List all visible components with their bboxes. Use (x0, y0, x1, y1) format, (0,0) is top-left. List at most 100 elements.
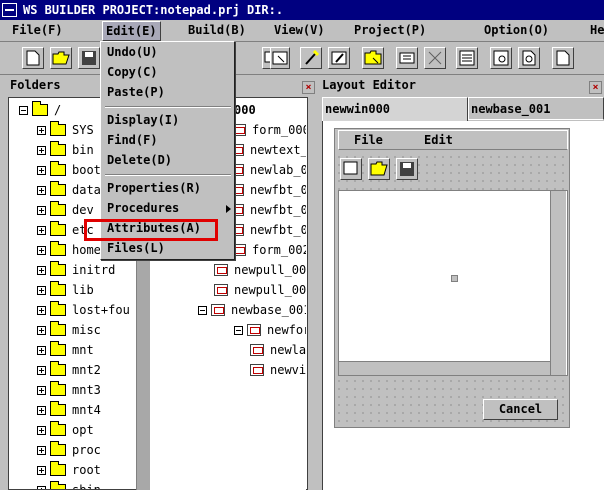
expand-icon[interactable] (37, 425, 46, 435)
tree-root[interactable]: / (19, 100, 61, 120)
expand-icon[interactable] (37, 225, 46, 235)
object-tree-item[interactable]: newfbt_001 (230, 200, 306, 220)
save-icon[interactable] (78, 47, 100, 69)
select-tool-icon[interactable] (270, 47, 290, 69)
expand-icon[interactable] (37, 325, 46, 335)
form-menu-edit[interactable]: Edit (424, 133, 453, 147)
cut-widget-icon[interactable] (424, 47, 446, 69)
folder-tree-item[interactable]: opt (37, 420, 94, 440)
open-folder-icon[interactable] (50, 47, 72, 69)
object-tree-item[interactable]: newtext_001 (230, 140, 306, 160)
folder-tree-item[interactable]: lost+fou (37, 300, 130, 320)
folder-tree-item[interactable]: home (37, 240, 101, 260)
menu-item-paste[interactable]: Paste(P) (107, 85, 165, 103)
canvas-vscrollbar[interactable] (550, 191, 566, 375)
folder-icon (50, 481, 66, 489)
menu-item-copy[interactable]: Copy(C) (107, 65, 158, 83)
object-tree-item[interactable]: form_002 (232, 240, 306, 260)
folder-tree-item[interactable]: initrd (37, 260, 115, 280)
menu-item-delete[interactable]: Delete(D) (107, 153, 172, 171)
folder-tool-icon[interactable] (362, 47, 384, 69)
object-tree-item[interactable]: newpull_004 (214, 260, 306, 280)
folder-tree-item[interactable]: mnt3 (37, 380, 101, 400)
form-new-icon[interactable] (340, 158, 362, 180)
menu-help[interactable]: He (590, 23, 604, 37)
folders-close-icon[interactable]: × (302, 81, 315, 94)
form-open-icon[interactable] (368, 158, 390, 180)
menu-view[interactable]: View(V) (274, 23, 325, 37)
object-tree-item[interactable]: newfbt_000 (230, 180, 306, 200)
object-tree-item[interactable]: form_000 (232, 120, 306, 140)
menu-separator (105, 106, 231, 108)
wand-icon[interactable] (300, 47, 322, 69)
system-menu-icon[interactable] (2, 3, 17, 17)
expand-icon[interactable] (37, 465, 46, 475)
object-tree-item[interactable]: newfbt_002 (230, 220, 306, 240)
object-tree-item[interactable]: newform_0 (234, 320, 306, 340)
folder-tree-item[interactable]: root (37, 460, 101, 480)
object-tree-item[interactable]: newvi (250, 360, 306, 380)
canvas-hscrollbar[interactable] (339, 361, 550, 375)
expand-icon[interactable] (37, 345, 46, 355)
cancel-button[interactable]: Cancel (483, 399, 558, 420)
menu-edit[interactable]: Edit(E) (102, 21, 161, 41)
folder-tree-item[interactable]: SYS (37, 120, 94, 140)
expand-icon[interactable] (37, 145, 46, 155)
expand-icon[interactable] (37, 365, 46, 375)
find-file-icon[interactable] (518, 47, 540, 69)
folder-tree-item[interactable]: boot (37, 160, 101, 180)
expand-icon[interactable] (37, 445, 46, 455)
layout-grid-icon[interactable] (396, 47, 418, 69)
form-save-icon[interactable] (396, 158, 418, 180)
expand-icon[interactable] (37, 245, 46, 255)
folder-tree-item[interactable]: mnt (37, 340, 94, 360)
expand-icon[interactable] (37, 265, 46, 275)
expand-icon[interactable] (37, 125, 46, 135)
object-tree-item[interactable]: newpull_000 (214, 280, 306, 300)
expand-icon[interactable] (37, 205, 46, 215)
menu-item-display[interactable]: Display(I) (107, 113, 179, 131)
folder-tree-item[interactable]: dev (37, 200, 94, 220)
object-tree-item[interactable]: newla (250, 340, 306, 360)
menu-item-undo[interactable]: Undo(U) (107, 45, 158, 63)
resize-handle[interactable] (451, 275, 458, 282)
folder-tree-item[interactable]: data (37, 180, 101, 200)
canvas-widget[interactable] (338, 190, 568, 376)
expand-icon[interactable] (37, 485, 46, 489)
search-window-icon[interactable] (490, 47, 512, 69)
form-menu-file[interactable]: File (354, 133, 383, 147)
menu-option[interactable]: Option(O) (484, 23, 549, 37)
menu-build[interactable]: Build(B) (188, 23, 246, 37)
object-tree-item[interactable]: newbase_001 (198, 300, 306, 320)
collapse-icon[interactable] (234, 325, 243, 335)
folder-tree-item[interactable]: mnt4 (37, 400, 101, 420)
folder-tree-item[interactable]: misc (37, 320, 101, 340)
menu-item-procedures[interactable]: Procedures (107, 201, 179, 219)
expand-icon[interactable] (37, 405, 46, 415)
object-tree-item[interactable]: newlab_003 (230, 160, 306, 180)
tab-newbase-001[interactable]: newbase_001 (468, 97, 604, 120)
edit-widget-icon[interactable] (328, 47, 350, 69)
editor-close-icon[interactable]: × (589, 81, 602, 94)
menu-item-files[interactable]: Files(L) (107, 241, 165, 259)
menu-project[interactable]: Project(P) (354, 23, 426, 37)
menu-item-properties[interactable]: Properties(R) (107, 181, 201, 199)
new-file-icon[interactable] (22, 47, 44, 69)
collapse-icon[interactable] (19, 105, 28, 115)
folder-tree-item[interactable]: proc (37, 440, 101, 460)
tab-newwin000[interactable]: newwin000 (322, 97, 468, 122)
expand-icon[interactable] (37, 305, 46, 315)
expand-icon[interactable] (37, 385, 46, 395)
folder-tree-item[interactable]: mnt2 (37, 360, 101, 380)
expand-icon[interactable] (37, 185, 46, 195)
expand-icon[interactable] (37, 285, 46, 295)
folder-tree-item[interactable]: bin (37, 140, 94, 160)
list-view-icon[interactable] (456, 47, 478, 69)
page-icon[interactable] (552, 47, 574, 69)
expand-icon[interactable] (37, 165, 46, 175)
collapse-icon[interactable] (198, 305, 207, 315)
menu-file[interactable]: File(F) (12, 23, 63, 37)
folder-tree-item[interactable]: sbin (37, 480, 101, 489)
folder-tree-item[interactable]: lib (37, 280, 94, 300)
menu-item-find[interactable]: Find(F) (107, 133, 158, 151)
